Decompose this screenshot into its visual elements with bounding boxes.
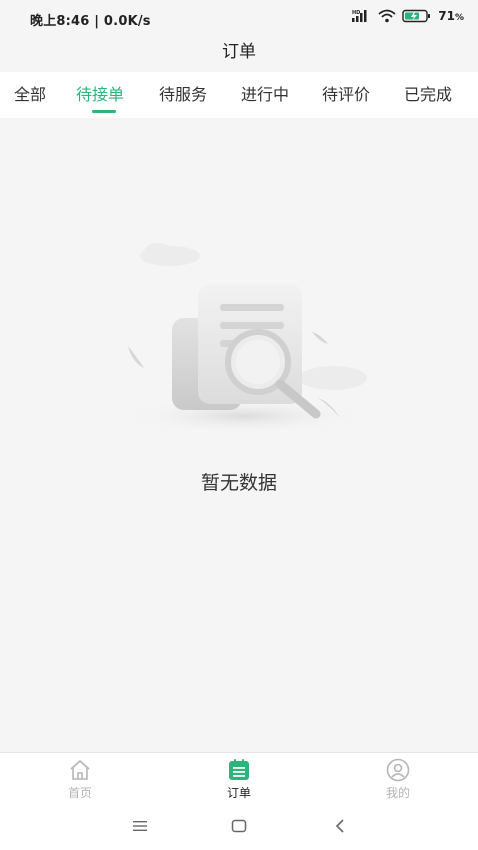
header: 订单 <box>0 34 478 72</box>
home-square-icon[interactable] <box>227 814 251 838</box>
status-bar: 晚上8:46 | 0.0K/s HD 71% <box>0 0 478 34</box>
battery-level: 71% <box>438 9 464 23</box>
empty-state-text: 暂无数据 <box>200 472 277 494</box>
tab-pending-review[interactable]: 待评价 <box>322 72 370 118</box>
page-title: 订单 <box>222 42 256 62</box>
empty-document-search-icon <box>108 238 378 442</box>
menu-icon[interactable] <box>128 814 152 838</box>
tab-in-progress[interactable]: 进行中 <box>241 72 289 118</box>
status-time-speed: 晚上8:46 | 0.0K/s <box>30 14 151 29</box>
orders-icon <box>227 758 251 782</box>
bottom-tab-bar: 首页 订单 我的 <box>0 752 478 802</box>
bottom-tab-home[interactable]: 首页 <box>30 753 130 803</box>
bottom-tab-home-label: 首页 <box>67 786 92 800</box>
back-icon[interactable] <box>328 814 352 838</box>
order-status-tabs: 全部 待接单 待服务 进行中 待评价 已完成 <box>0 72 478 118</box>
tab-pending-service[interactable]: 待服务 <box>159 72 207 118</box>
hd-signal-icon: HD <box>352 9 372 23</box>
tab-all[interactable]: 全部 <box>14 72 46 118</box>
bottom-tab-orders-label: 订单 <box>226 786 251 800</box>
home-icon <box>68 758 92 782</box>
wifi-icon <box>378 9 396 23</box>
status-icons: HD 71% <box>352 9 464 23</box>
system-nav-bar <box>0 802 478 850</box>
svg-text:HD: HD <box>352 10 360 16</box>
bottom-tab-profile-label: 我的 <box>385 786 410 800</box>
battery-charging-icon <box>402 9 432 23</box>
profile-icon <box>386 758 410 782</box>
active-tab-indicator <box>92 110 116 113</box>
tab-completed[interactable]: 已完成 <box>404 72 452 118</box>
bottom-tab-profile[interactable]: 我的 <box>348 753 448 803</box>
bottom-tab-orders[interactable]: 订单 <box>189 753 289 803</box>
order-list-content: 暂无数据 <box>0 118 478 752</box>
